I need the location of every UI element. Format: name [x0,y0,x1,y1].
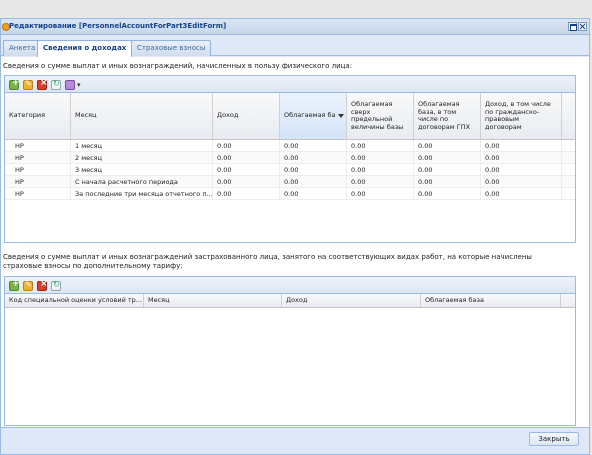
delete-icon[interactable] [37,279,48,291]
col-income-civil[interactable]: Доход, в том числе по гражданско-правовы… [481,93,562,139]
edit-icon[interactable] [23,280,33,291]
sort-arrow-icon[interactable] [338,114,344,118]
tab-anketa[interactable]: Анкета [3,40,42,56]
additional-tariff-grid: Код специальной оценки условий тр... Мес… [4,276,576,426]
col-base-gph[interactable]: Облагаемая база, в том числе по договора… [414,93,481,139]
col-taxable-base[interactable]: Облагаемая база [280,93,347,139]
col-income[interactable]: Доход [213,93,280,139]
additional-grid-toolbar [5,277,575,294]
col-income[interactable]: Доход [282,294,421,307]
tab-strip: Анкета Сведения о доходах Страховые взно… [1,39,589,57]
income-grid: ▾ Категория Месяц Доход Облагаемая база … [4,75,576,243]
table-row[interactable]: НР 3 месяц 0.00 0.00 0.00 0.00 0.00 [5,164,575,176]
edit-window: Редактирование [PersonnelAccountForPart3… [0,18,590,455]
chevron-down-icon[interactable]: ▾ [77,81,81,89]
window-title: Редактирование [PersonnelAccountForPart3… [9,22,227,30]
section1-description: Сведения о сумме выплат и иных вознаграж… [3,62,353,70]
table-row[interactable]: НР 1 месяц 0.00 0.00 0.00 0.00 0.00 [5,140,575,152]
delete-icon[interactable] [37,78,48,90]
col-category[interactable]: Категория [5,93,71,139]
income-grid-header: Категория Месяц Доход Облагаемая база Об… [5,93,575,140]
tab-insurance[interactable]: Страховые взносы [131,40,212,56]
add-icon[interactable] [9,279,20,291]
refresh-icon[interactable] [51,79,61,90]
add-icon[interactable] [9,78,20,90]
edit-icon[interactable] [23,79,33,90]
table-row[interactable]: НР За последние три месяца отчетного п..… [5,188,575,200]
menu-icon[interactable] [65,80,75,90]
close-icon[interactable] [578,22,587,31]
additional-grid-header: Код специальной оценки условий тр... Мес… [5,294,575,308]
table-row[interactable]: НР С начала расчетного периода 0.00 0.00… [5,176,575,188]
income-grid-body: НР 1 месяц 0.00 0.00 0.00 0.00 0.00 НР 2… [5,140,575,200]
col-month[interactable]: Месяц [71,93,213,139]
maximize-icon[interactable] [568,22,577,31]
col-special-assessment-code[interactable]: Код специальной оценки условий тр... [5,294,144,307]
col-over-limit[interactable]: Облагаемая сверх предельной величины баз… [347,93,414,139]
refresh-icon[interactable] [51,280,61,291]
table-row[interactable]: НР 2 месяц 0.00 0.00 0.00 0.00 0.00 [5,152,575,164]
tab-content: Сведения о сумме выплат и иных вознаграж… [1,57,589,428]
window-titlebar[interactable]: Редактирование [PersonnelAccountForPart3… [1,19,589,35]
col-month[interactable]: Месяц [144,294,282,307]
close-button[interactable]: Закрыть [529,432,579,446]
section2-description: Сведения о сумме выплат и иных вознаграж… [3,253,532,270]
col-taxable-base[interactable]: Облагаемая база [421,294,561,307]
income-grid-toolbar: ▾ [5,76,575,93]
tab-income[interactable]: Сведения о доходах [37,40,133,57]
